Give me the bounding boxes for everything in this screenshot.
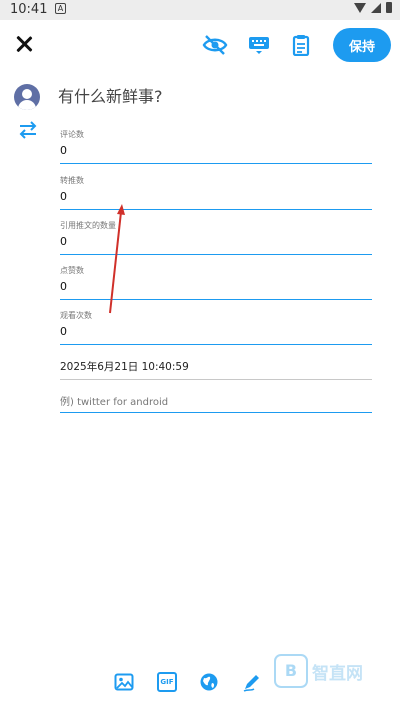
field-label: 评论数 xyxy=(60,130,84,139)
save-button[interactable]: 保持 xyxy=(333,28,391,62)
compose-prompt[interactable]: 有什么新鲜事? xyxy=(58,83,163,107)
field-label: 观看次数 xyxy=(60,311,92,320)
via-field[interactable]: 例) twitter for android xyxy=(60,384,372,413)
swap-arrows-icon[interactable] xyxy=(17,119,39,141)
field-value[interactable]: 0 xyxy=(60,190,67,203)
signal-icon xyxy=(371,2,381,13)
like-count-field[interactable]: 点赞数 0 xyxy=(60,265,372,300)
quote-count-field[interactable]: 引用推文的数量 0 xyxy=(60,220,372,255)
field-value[interactable]: 0 xyxy=(60,280,67,293)
eye-off-icon[interactable] xyxy=(202,34,228,56)
status-time: 10:41 xyxy=(10,2,48,17)
battery-icon xyxy=(386,2,392,13)
datetime-field[interactable]: 2025年6月21日 10:40:59 xyxy=(60,348,372,380)
globe-icon[interactable] xyxy=(199,672,219,692)
compose-toolbar: 保持 xyxy=(0,20,400,70)
via-placeholder: 例) twitter for android xyxy=(60,397,169,408)
gif-icon[interactable]: GIF xyxy=(157,672,177,692)
field-label: 引用推文的数量 xyxy=(60,221,116,230)
pen-icon[interactable] xyxy=(242,672,262,692)
retweet-count-field[interactable]: 转推数 0 xyxy=(60,175,372,210)
watermark-logo: B xyxy=(274,654,308,688)
close-icon[interactable] xyxy=(12,32,38,58)
avatar-icon[interactable] xyxy=(14,84,40,110)
field-value[interactable]: 0 xyxy=(60,235,67,248)
field-value[interactable]: 0 xyxy=(60,325,67,338)
reply-count-field[interactable]: 评论数 0 xyxy=(60,129,372,164)
wifi-icon xyxy=(354,2,366,13)
field-label: 点赞数 xyxy=(60,266,84,275)
notification-icon: A xyxy=(55,3,66,14)
status-icons xyxy=(354,2,392,13)
datetime-value: 2025年6月21日 10:40:59 xyxy=(60,361,189,373)
clipboard-icon[interactable] xyxy=(288,34,314,56)
watermark-text: 智直网 xyxy=(312,664,363,684)
status-bar: 10:41 A xyxy=(0,0,400,20)
watermark: B 智直网 xyxy=(274,654,374,694)
view-count-field[interactable]: 观看次数 0 xyxy=(60,310,372,345)
field-label: 转推数 xyxy=(60,176,84,185)
image-icon[interactable] xyxy=(114,672,134,692)
keyboard-icon[interactable] xyxy=(246,34,272,56)
field-value[interactable]: 0 xyxy=(60,144,67,157)
